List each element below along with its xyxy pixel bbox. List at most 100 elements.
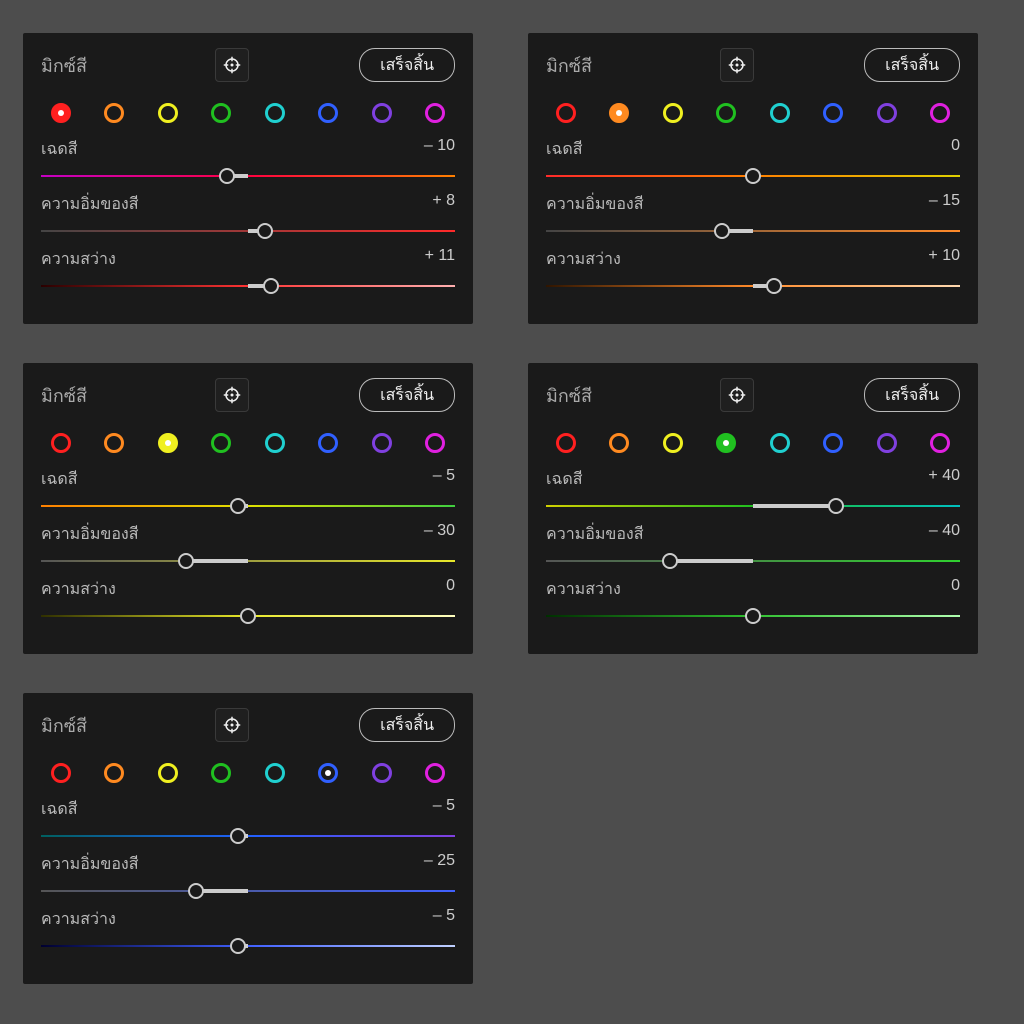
- panel-red-lum-slider[interactable]: [41, 278, 455, 294]
- panel-red-swatch-0[interactable]: [51, 103, 71, 123]
- panel-green-title: มิกซ์สี: [546, 381, 592, 410]
- panel-blue-lum-row: ความสว่าง – 5: [41, 907, 455, 954]
- panel-blue-swatch-5[interactable]: [318, 763, 338, 783]
- panel-orange-swatch-0[interactable]: [556, 103, 576, 123]
- panel-green-done-button[interactable]: เสร็จสิ้น: [864, 378, 960, 412]
- panel-blue-hue-row: เฉดสี – 5: [41, 797, 455, 844]
- panel-red-swatch-3[interactable]: [211, 103, 231, 123]
- panel-orange-hue-row: เฉดสี 0: [546, 137, 960, 184]
- panel-red-hue-slider[interactable]: [41, 168, 455, 184]
- panel-red-lum-row: ความสว่าง + 11: [41, 247, 455, 294]
- panel-red-title: มิกซ์สี: [41, 51, 87, 80]
- panel-yellow-swatch-7[interactable]: [425, 433, 445, 453]
- panel-red-sat-row: ความอิ่มของสี + 8: [41, 192, 455, 239]
- panel-green-lum-slider[interactable]: [546, 608, 960, 624]
- panel-green-swatch-2[interactable]: [663, 433, 683, 453]
- target-icon: [223, 56, 241, 74]
- panel-green-swatch-4[interactable]: [770, 433, 790, 453]
- panel-green-swatch-1[interactable]: [609, 433, 629, 453]
- panel-blue-swatch-7[interactable]: [425, 763, 445, 783]
- panel-blue-hue-value: – 5: [433, 797, 455, 822]
- panel-yellow-sat-slider[interactable]: [41, 553, 455, 569]
- panel-red-sat-value: + 8: [432, 192, 455, 217]
- panel-red-hue-row: เฉดสี – 10: [41, 137, 455, 184]
- panel-blue-swatch-1[interactable]: [104, 763, 124, 783]
- panel-red-swatch-1[interactable]: [104, 103, 124, 123]
- panel-yellow-swatch-6[interactable]: [372, 433, 392, 453]
- panel-blue-swatch-3[interactable]: [211, 763, 231, 783]
- target-icon: [728, 386, 746, 404]
- panel-green-hue-value: + 40: [928, 467, 960, 492]
- panel-orange-target-button[interactable]: [720, 48, 754, 82]
- panel-green-swatch-0[interactable]: [556, 433, 576, 453]
- panel-green-sat-label: ความอิ่มของสี: [546, 522, 644, 547]
- panel-orange-sat-label: ความอิ่มของสี: [546, 192, 644, 217]
- panel-green-swatch-7[interactable]: [930, 433, 950, 453]
- panel-blue-hue-slider[interactable]: [41, 828, 455, 844]
- panel-orange-swatch-3[interactable]: [716, 103, 736, 123]
- panel-blue-swatch-4[interactable]: [265, 763, 285, 783]
- panel-orange-sat-row: ความอิ่มของสี – 15: [546, 192, 960, 239]
- panel-green-swatch-3[interactable]: [716, 433, 736, 453]
- panel-blue-lum-value: – 5: [433, 907, 455, 932]
- panel-yellow-hue-row: เฉดสี – 5: [41, 467, 455, 514]
- panel-yellow-swatch-1[interactable]: [104, 433, 124, 453]
- panel-orange-swatch-5[interactable]: [823, 103, 843, 123]
- panel-orange-sat-slider[interactable]: [546, 223, 960, 239]
- panel-yellow-lum-slider[interactable]: [41, 608, 455, 624]
- panel-red: มิกซ์สี เสร็จสิ้น เฉดสี – 10: [23, 33, 473, 324]
- panel-green-swatch-5[interactable]: [823, 433, 843, 453]
- panel-green-swatch-6[interactable]: [877, 433, 897, 453]
- panel-orange-swatch-7[interactable]: [930, 103, 950, 123]
- panel-blue-done-button[interactable]: เสร็จสิ้น: [359, 708, 455, 742]
- panel-green-target-button[interactable]: [720, 378, 754, 412]
- panel-green-swatches: [546, 433, 960, 453]
- target-icon: [223, 386, 241, 404]
- panel-orange-swatch-4[interactable]: [770, 103, 790, 123]
- panel-green-hue-slider[interactable]: [546, 498, 960, 514]
- panel-blue-target-button[interactable]: [215, 708, 249, 742]
- panel-blue-sat-slider[interactable]: [41, 883, 455, 899]
- panel-red-swatch-5[interactable]: [318, 103, 338, 123]
- panel-blue-swatch-2[interactable]: [158, 763, 178, 783]
- panel-red-swatch-6[interactable]: [372, 103, 392, 123]
- panel-yellow-target-button[interactable]: [215, 378, 249, 412]
- panel-yellow-done-button[interactable]: เสร็จสิ้น: [359, 378, 455, 412]
- panel-red-swatch-7[interactable]: [425, 103, 445, 123]
- panel-orange-swatches: [546, 103, 960, 123]
- panel-red-done-button[interactable]: เสร็จสิ้น: [359, 48, 455, 82]
- panel-yellow-title: มิกซ์สี: [41, 381, 87, 410]
- panel-orange-swatch-1[interactable]: [609, 103, 629, 123]
- panel-blue-sat-value: – 25: [424, 852, 455, 877]
- panel-yellow-swatch-3[interactable]: [211, 433, 231, 453]
- panel-orange-swatch-6[interactable]: [877, 103, 897, 123]
- panel-blue-swatch-6[interactable]: [372, 763, 392, 783]
- panel-blue-swatch-0[interactable]: [51, 763, 71, 783]
- panel-orange-hue-slider[interactable]: [546, 168, 960, 184]
- panel-yellow-swatch-2[interactable]: [158, 433, 178, 453]
- panel-red-swatches: [41, 103, 455, 123]
- panel-orange-lum-slider[interactable]: [546, 278, 960, 294]
- panel-red-swatch-2[interactable]: [158, 103, 178, 123]
- panel-blue-title: มิกซ์สี: [41, 711, 87, 740]
- panel-yellow-hue-slider[interactable]: [41, 498, 455, 514]
- panel-orange-swatch-2[interactable]: [663, 103, 683, 123]
- panel-red-lum-value: + 11: [425, 247, 455, 272]
- panel-orange-lum-row: ความสว่าง + 10: [546, 247, 960, 294]
- panel-green-sat-value: – 40: [929, 522, 960, 547]
- panel-yellow-sat-value: – 30: [424, 522, 455, 547]
- panel-red-hue-value: – 10: [424, 137, 455, 162]
- panel-blue-lum-slider[interactable]: [41, 938, 455, 954]
- panel-yellow-swatch-5[interactable]: [318, 433, 338, 453]
- panel-blue-hue-label: เฉดสี: [41, 797, 78, 822]
- panel-orange-title: มิกซ์สี: [546, 51, 592, 80]
- panel-yellow-swatch-0[interactable]: [51, 433, 71, 453]
- panel-orange-done-button[interactable]: เสร็จสิ้น: [864, 48, 960, 82]
- panel-orange-hue-value: 0: [951, 137, 960, 162]
- panel-red-sat-slider[interactable]: [41, 223, 455, 239]
- panel-red-target-button[interactable]: [215, 48, 249, 82]
- panel-red-swatch-4[interactable]: [265, 103, 285, 123]
- panel-green-sat-slider[interactable]: [546, 553, 960, 569]
- panel-red-hue-label: เฉดสี: [41, 137, 78, 162]
- panel-yellow-swatch-4[interactable]: [265, 433, 285, 453]
